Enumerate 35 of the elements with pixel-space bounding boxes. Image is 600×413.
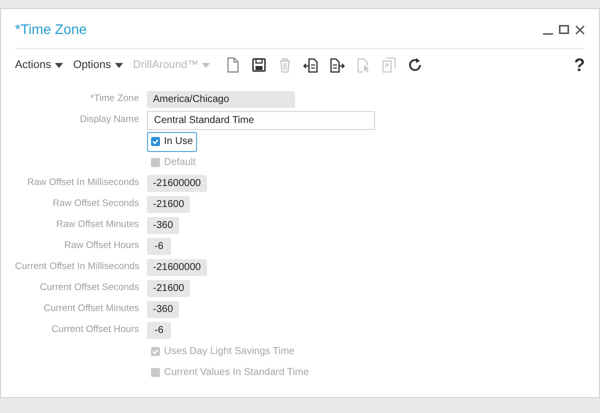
input-field[interactable]: Central Standard Time <box>147 111 375 130</box>
field-label: Current Offset Minutes <box>44 303 139 314</box>
close-icon[interactable] <box>575 24 585 34</box>
caret-icon <box>202 62 210 68</box>
field-label: Raw Offset Seconds <box>52 198 139 210</box>
readonly-field[interactable]: -21600 <box>147 196 190 213</box>
readonly-field[interactable]: -21600 <box>147 280 190 297</box>
caret-icon <box>55 62 64 68</box>
refresh-icon[interactable] <box>407 57 424 73</box>
field-label: *Time Zone <box>90 93 139 104</box>
readonly-field[interactable]: -21600000 <box>147 175 207 192</box>
field-label: Current Offset Hours <box>52 324 139 336</box>
window-title: *Time Zone <box>15 20 87 39</box>
document-arrow-icon[interactable] <box>303 57 320 73</box>
field-label: Current Offset Seconds <box>40 282 139 294</box>
readonly-field[interactable]: America/Chicago <box>147 91 295 108</box>
caret-icon <box>115 62 123 68</box>
checkbox[interactable] <box>151 137 160 146</box>
help-icon[interactable]: ? <box>574 52 585 78</box>
checkbox-option[interactable]: In Use <box>147 132 197 152</box>
field-label: Current Offset In Milliseconds <box>15 261 140 272</box>
menu-button[interactable]: Actions <box>15 56 64 74</box>
field-label: Raw Offset Minutes <box>56 219 139 230</box>
readonly-field[interactable]: -360 <box>147 217 180 234</box>
readonly-field[interactable]: -6 <box>147 322 171 339</box>
document-icon[interactable] <box>225 57 242 73</box>
readonly-field[interactable]: -6 <box>147 238 171 255</box>
field-label: Raw Offset Hours <box>64 240 139 252</box>
readonly-field[interactable]: -360 <box>147 301 180 318</box>
menu-button[interactable]: Options <box>73 56 123 74</box>
field-label: Display Name <box>80 114 139 126</box>
document-arrow-icon[interactable] <box>329 57 346 73</box>
maximize-icon[interactable] <box>559 25 569 34</box>
readonly-field[interactable]: -21600000 <box>147 259 207 276</box>
field-label: Raw Offset In Milliseconds <box>27 177 139 188</box>
